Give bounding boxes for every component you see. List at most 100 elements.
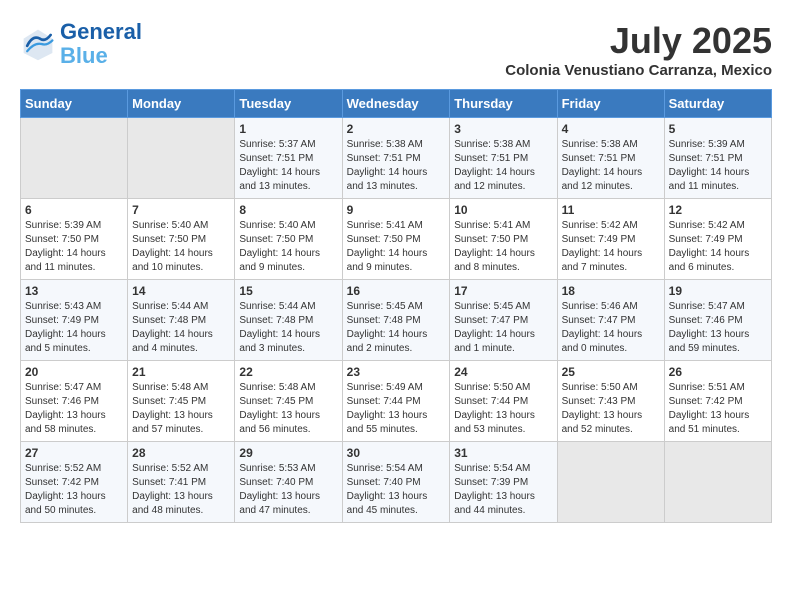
day-number: 6: [25, 203, 123, 217]
day-info: Sunrise: 5:41 AM Sunset: 7:50 PM Dayligh…: [454, 219, 552, 275]
day-info: Sunrise: 5:44 AM Sunset: 7:48 PM Dayligh…: [132, 300, 230, 356]
day-cell: 22 Sunrise: 5:48 AM Sunset: 7:45 PM Dayli…: [235, 361, 342, 442]
day-cell: 25 Sunrise: 5:50 AM Sunset: 7:43 PM Dayli…: [557, 361, 664, 442]
day-info: Sunrise: 5:39 AM Sunset: 7:50 PM Dayligh…: [25, 219, 123, 275]
day-cell: 12 Sunrise: 5:42 AM Sunset: 7:49 PM Dayli…: [664, 199, 771, 280]
day-cell: 10 Sunrise: 5:41 AM Sunset: 7:50 PM Dayli…: [450, 199, 557, 280]
day-cell: 6 Sunrise: 5:39 AM Sunset: 7:50 PM Daylig…: [21, 199, 128, 280]
day-cell: 11 Sunrise: 5:42 AM Sunset: 7:49 PM Dayli…: [557, 199, 664, 280]
week-row-4: 20Sunrise: 5:47 AM Sunset: 7:46 PM Dayli…: [21, 361, 772, 442]
day-cell: 28Sunrise: 5:52 AM Sunset: 7:41 PM Dayli…: [128, 442, 235, 523]
day-cell: 5 Sunrise: 5:39 AM Sunset: 7:51 PM Daylig…: [664, 118, 771, 199]
day-info: Sunrise: 5:52 AM Sunset: 7:41 PM Dayligh…: [132, 462, 230, 518]
day-info: Sunrise: 5:38 AM Sunset: 7:51 PM Dayligh…: [454, 138, 552, 194]
day-cell: 21Sunrise: 5:48 AM Sunset: 7:45 PM Dayli…: [128, 361, 235, 442]
header-saturday: Saturday: [664, 90, 771, 118]
logo-text: GeneralBlue: [60, 20, 142, 68]
day-number: 4: [562, 122, 660, 136]
day-info: Sunrise: 5:44 AM Sunset: 7:48 PM Dayligh…: [239, 300, 337, 356]
header-sunday: Sunday: [21, 90, 128, 118]
week-row-5: 27 Sunrise: 5:52 AM Sunset: 7:42 PM Dayli…: [21, 442, 772, 523]
day-number: 10: [454, 203, 552, 217]
day-info: Sunrise: 5:47 AM Sunset: 7:46 PM Dayligh…: [25, 381, 123, 437]
day-number: 17: [454, 284, 552, 298]
day-info: Sunrise: 5:51 AM Sunset: 7:42 PM Dayligh…: [669, 381, 767, 437]
month-year: July 2025: [505, 20, 772, 62]
calendar-table: SundayMondayTuesdayWednesdayThursdayFrid…: [20, 89, 772, 523]
day-cell: 29 Sunrise: 5:53 AM Sunset: 7:40 PM Dayli…: [235, 442, 342, 523]
day-number: 11: [562, 203, 660, 217]
day-cell: 3 Sunrise: 5:38 AM Sunset: 7:51 PM Daylig…: [450, 118, 557, 199]
day-cell: 24 Sunrise: 5:50 AM Sunset: 7:44 PM Dayli…: [450, 361, 557, 442]
day-cell: 23Sunrise: 5:49 AM Sunset: 7:44 PM Dayli…: [342, 361, 450, 442]
day-number: 18: [562, 284, 660, 298]
day-number: 15: [239, 284, 337, 298]
day-cell: [557, 442, 664, 523]
day-cell: 2Sunrise: 5:38 AM Sunset: 7:51 PM Daylig…: [342, 118, 450, 199]
day-number: 24: [454, 365, 552, 379]
day-info: Sunrise: 5:43 AM Sunset: 7:49 PM Dayligh…: [25, 300, 123, 356]
day-number: 12: [669, 203, 767, 217]
day-number: 9: [347, 203, 446, 217]
day-cell: 27 Sunrise: 5:52 AM Sunset: 7:42 PM Dayli…: [21, 442, 128, 523]
day-info: Sunrise: 5:38 AM Sunset: 7:51 PM Dayligh…: [347, 138, 446, 194]
header-wednesday: Wednesday: [342, 90, 450, 118]
day-info: Sunrise: 5:48 AM Sunset: 7:45 PM Dayligh…: [239, 381, 337, 437]
day-info: Sunrise: 5:49 AM Sunset: 7:44 PM Dayligh…: [347, 381, 446, 437]
day-cell: [21, 118, 128, 199]
day-number: 27: [25, 446, 123, 460]
day-number: 16: [347, 284, 446, 298]
header-tuesday: Tuesday: [235, 90, 342, 118]
day-number: 3: [454, 122, 552, 136]
day-number: 1: [239, 122, 337, 136]
logo-icon: [20, 26, 56, 62]
header-monday: Monday: [128, 90, 235, 118]
day-cell: 8 Sunrise: 5:40 AM Sunset: 7:50 PM Daylig…: [235, 199, 342, 280]
week-row-3: 13 Sunrise: 5:43 AM Sunset: 7:49 PM Dayli…: [21, 280, 772, 361]
day-cell: 26Sunrise: 5:51 AM Sunset: 7:42 PM Dayli…: [664, 361, 771, 442]
day-info: Sunrise: 5:39 AM Sunset: 7:51 PM Dayligh…: [669, 138, 767, 194]
day-info: Sunrise: 5:45 AM Sunset: 7:47 PM Dayligh…: [454, 300, 552, 356]
day-number: 29: [239, 446, 337, 460]
logo: GeneralBlue: [20, 20, 142, 68]
day-number: 25: [562, 365, 660, 379]
week-row-1: 1 Sunrise: 5:37 AM Sunset: 7:51 PM Daylig…: [21, 118, 772, 199]
day-info: Sunrise: 5:50 AM Sunset: 7:44 PM Dayligh…: [454, 381, 552, 437]
header-friday: Friday: [557, 90, 664, 118]
day-number: 21: [132, 365, 230, 379]
day-cell: 20Sunrise: 5:47 AM Sunset: 7:46 PM Dayli…: [21, 361, 128, 442]
day-cell: 14Sunrise: 5:44 AM Sunset: 7:48 PM Dayli…: [128, 280, 235, 361]
day-cell: 15 Sunrise: 5:44 AM Sunset: 7:48 PM Dayli…: [235, 280, 342, 361]
day-cell: 19 Sunrise: 5:47 AM Sunset: 7:46 PM Dayli…: [664, 280, 771, 361]
day-number: 30: [347, 446, 446, 460]
day-number: 19: [669, 284, 767, 298]
location: Colonia Venustiano Carranza, Mexico: [505, 62, 772, 79]
day-cell: [128, 118, 235, 199]
day-info: Sunrise: 5:53 AM Sunset: 7:40 PM Dayligh…: [239, 462, 337, 518]
day-info: Sunrise: 5:42 AM Sunset: 7:49 PM Dayligh…: [562, 219, 660, 275]
day-cell: 13 Sunrise: 5:43 AM Sunset: 7:49 PM Dayli…: [21, 280, 128, 361]
day-number: 5: [669, 122, 767, 136]
day-info: Sunrise: 5:52 AM Sunset: 7:42 PM Dayligh…: [25, 462, 123, 518]
day-info: Sunrise: 5:46 AM Sunset: 7:47 PM Dayligh…: [562, 300, 660, 356]
day-info: Sunrise: 5:47 AM Sunset: 7:46 PM Dayligh…: [669, 300, 767, 356]
day-info: Sunrise: 5:37 AM Sunset: 7:51 PM Dayligh…: [239, 138, 337, 194]
day-number: 8: [239, 203, 337, 217]
calendar-header-row: SundayMondayTuesdayWednesdayThursdayFrid…: [21, 90, 772, 118]
page-header: GeneralBlue July 2025 Colonia Venustiano…: [20, 20, 772, 79]
day-info: Sunrise: 5:38 AM Sunset: 7:51 PM Dayligh…: [562, 138, 660, 194]
day-cell: 4 Sunrise: 5:38 AM Sunset: 7:51 PM Daylig…: [557, 118, 664, 199]
day-cell: 18 Sunrise: 5:46 AM Sunset: 7:47 PM Dayli…: [557, 280, 664, 361]
day-cell: [664, 442, 771, 523]
day-info: Sunrise: 5:50 AM Sunset: 7:43 PM Dayligh…: [562, 381, 660, 437]
title-block: July 2025 Colonia Venustiano Carranza, M…: [505, 20, 772, 79]
day-info: Sunrise: 5:42 AM Sunset: 7:49 PM Dayligh…: [669, 219, 767, 275]
day-info: Sunrise: 5:54 AM Sunset: 7:39 PM Dayligh…: [454, 462, 552, 518]
day-number: 7: [132, 203, 230, 217]
day-number: 31: [454, 446, 552, 460]
day-info: Sunrise: 5:40 AM Sunset: 7:50 PM Dayligh…: [239, 219, 337, 275]
day-number: 13: [25, 284, 123, 298]
day-cell: 31 Sunrise: 5:54 AM Sunset: 7:39 PM Dayli…: [450, 442, 557, 523]
day-info: Sunrise: 5:41 AM Sunset: 7:50 PM Dayligh…: [347, 219, 446, 275]
day-number: 22: [239, 365, 337, 379]
